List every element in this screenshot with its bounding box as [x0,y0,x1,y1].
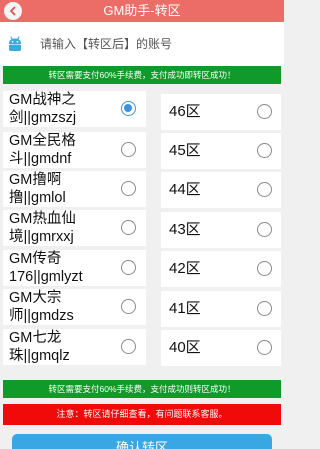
zone-label: 42区 [169,260,201,277]
source-zone-item[interactable]: GM大宗师||gmdzs [3,289,146,325]
radio-button[interactable] [121,339,136,354]
source-zone-item[interactable]: GM七龙珠||gmqlz [3,329,146,365]
radio-button[interactable] [121,181,136,196]
target-zone-item[interactable]: 41区 [161,291,281,327]
radio-button[interactable] [257,301,272,316]
zone-label: 43区 [169,221,201,238]
zone-label: 40区 [169,339,201,356]
target-zone-item[interactable]: 46区 [161,94,281,130]
zone-label: GM大宗师||gmdzs [9,290,74,324]
source-zone-list[interactable]: GM战神之剑||gmzszj GM全民格斗||gmdnf GM撸啊撸||gmlo… [0,88,149,372]
target-zone-item[interactable]: 44区 [161,172,281,208]
radio-button[interactable] [257,261,272,276]
fee-notice-bottom: 转区需要支付60%手续费，支付成功则转区成功！ [3,380,281,398]
account-input[interactable] [40,30,276,58]
target-zone-item[interactable]: 43区 [161,212,281,248]
target-zone-item[interactable]: 45区 [161,133,281,169]
zone-label: GM热血仙境||gmrxxj [9,211,76,245]
zone-label: GM七龙珠||gmqlz [9,330,70,364]
radio-button[interactable] [121,260,136,275]
target-zone-item[interactable]: 40区 [161,330,281,366]
target-zone-list[interactable]: 46区 45区 44区 43区 42区 41区 40区 [159,88,284,372]
radio-button[interactable] [121,299,136,314]
source-zone-item[interactable]: GM战神之剑||gmzszj [3,91,146,127]
radio-button[interactable] [257,340,272,355]
radio-button[interactable] [121,142,136,157]
page-title: GM助手-转区 [103,3,181,18]
radio-button[interactable] [257,143,272,158]
radio-button[interactable] [257,182,272,197]
source-zone-item[interactable]: GM传奇176||gmlyzt [3,250,146,286]
source-zone-item[interactable]: GM撸啊撸||gmlol [3,171,146,207]
radio-button[interactable] [257,222,272,237]
zone-label: GM传奇176||gmlyzt [9,251,83,285]
radio-button[interactable] [257,104,272,119]
warning-notice: 注意：转区请仔细查看，有问题联系客服。 [3,404,281,425]
zone-label: 46区 [169,103,201,120]
source-zone-item[interactable]: GM全民格斗||gmdnf [3,132,146,168]
zone-label: 41区 [169,300,201,317]
radio-button[interactable] [121,220,136,235]
source-zone-item[interactable]: GM热血仙境||gmrxxj [3,210,146,246]
target-zone-item[interactable]: 42区 [161,251,281,287]
radio-button[interactable] [121,101,136,116]
fee-notice-top: 转区需要支付60%手续费，支付成功即转区成功！ [3,66,281,84]
title-bar: GM助手-转区 [0,0,284,22]
account-row [0,22,284,66]
confirm-transfer-button[interactable]: 确认转区 [12,434,272,449]
zone-label: 45区 [169,142,201,159]
android-icon [9,36,21,51]
zone-label: 44区 [169,181,201,198]
zone-label: GM全民格斗||gmdnf [9,133,76,167]
zone-label: GM战神之剑||gmzszj [9,92,77,126]
zone-label: GM撸啊撸||gmlol [9,172,66,206]
